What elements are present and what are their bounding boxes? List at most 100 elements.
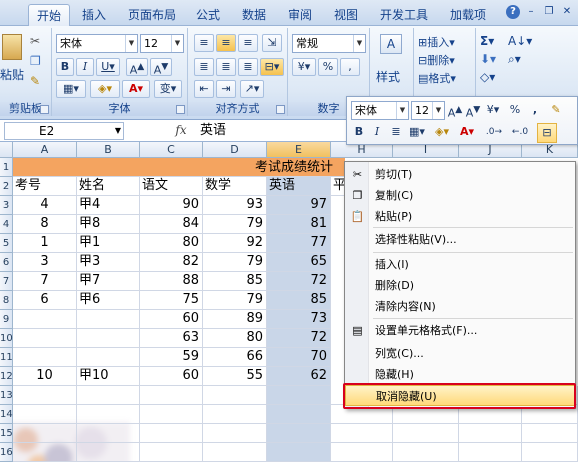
column-header-d[interactable]: D (203, 142, 267, 158)
empty-cell[interactable] (393, 443, 459, 462)
table-cell[interactable]: 62 (267, 367, 331, 386)
column-header-e[interactable]: E (267, 142, 331, 158)
table-cell[interactable]: 85 (267, 291, 331, 310)
format-painter-icon[interactable]: ✎ (30, 74, 40, 88)
table-cell[interactable]: 8 (13, 215, 77, 234)
table-cell[interactable]: 甲3 (77, 253, 140, 272)
row-header[interactable]: 6 (0, 253, 13, 272)
table-cell[interactable]: 79 (203, 291, 267, 310)
empty-cell[interactable] (267, 424, 331, 443)
mini-fill-color-button[interactable]: ◈▾ (431, 123, 453, 141)
close-icon[interactable]: ✕ (560, 5, 574, 19)
table-cell[interactable] (13, 348, 77, 367)
table-cell[interactable]: 60 (140, 310, 203, 329)
row-header[interactable]: 7 (0, 272, 13, 291)
table-cell[interactable]: 79 (203, 215, 267, 234)
row-header[interactable]: 2 (0, 177, 13, 196)
row-header[interactable]: 16 (0, 443, 13, 462)
column-header-b[interactable]: B (77, 142, 140, 158)
font-launcher-icon[interactable] (176, 105, 185, 114)
mini-shrink-font-button[interactable]: A▼ (465, 101, 481, 123)
table-cell[interactable] (77, 310, 140, 329)
find-icon[interactable]: ⌕▾ (508, 52, 521, 67)
empty-cell[interactable] (13, 386, 77, 405)
chevron-down-icon[interactable]: ▼ (353, 35, 365, 52)
mini-border-button[interactable]: ▦▾ (407, 123, 427, 141)
table-cell[interactable]: 90 (140, 196, 203, 215)
empty-cell[interactable] (203, 424, 267, 443)
table-cell[interactable]: 89 (203, 310, 267, 329)
table-cell[interactable]: 77 (267, 234, 331, 253)
table-cell[interactable]: 60 (140, 367, 203, 386)
empty-cell[interactable] (77, 443, 140, 462)
chevron-down-icon[interactable]: ▼ (432, 102, 444, 119)
table-cell[interactable]: 80 (203, 329, 267, 348)
minimize-icon[interactable]: – (524, 5, 538, 19)
align-right-button[interactable]: ≣ (238, 58, 258, 76)
table-cell[interactable]: 85 (203, 272, 267, 291)
menu-item[interactable]: 隐藏(H) (345, 364, 575, 385)
column-header-a[interactable]: A (13, 142, 77, 158)
tab-data[interactable]: 数据 (236, 4, 272, 26)
empty-cell[interactable] (77, 386, 140, 405)
increase-indent-button[interactable]: ⇥ (216, 80, 236, 98)
table-cell[interactable]: 75 (140, 291, 203, 310)
table-cell[interactable] (77, 329, 140, 348)
empty-cell[interactable] (267, 443, 331, 462)
table-cell[interactable]: 72 (267, 272, 331, 291)
font-color-button[interactable]: A▾ (122, 80, 150, 98)
table-cell[interactable]: 3 (13, 253, 77, 272)
menu-item[interactable]: 删除(D) (345, 275, 575, 296)
tab-addins[interactable]: 加载项 (444, 4, 492, 26)
empty-cell[interactable] (140, 424, 203, 443)
format-cells-button[interactable]: ▤格式▾ (418, 70, 456, 86)
mini-comma-button[interactable]: , (527, 101, 543, 119)
font-size-combo[interactable]: 12 ▼ (140, 34, 184, 53)
table-cell[interactable]: 92 (203, 234, 267, 253)
header-cell[interactable]: 数学 (203, 177, 267, 196)
row-header[interactable]: 14 (0, 405, 13, 424)
empty-cell[interactable] (522, 424, 578, 443)
paste-button[interactable]: 粘贴 (0, 66, 24, 83)
tab-view[interactable]: 视图 (328, 4, 364, 26)
empty-cell[interactable] (203, 443, 267, 462)
empty-cell[interactable] (393, 424, 459, 443)
row-header[interactable]: 3 (0, 196, 13, 215)
menu-item[interactable]: 插入(I) (345, 254, 575, 275)
table-cell[interactable]: 79 (203, 253, 267, 272)
clear-icon[interactable]: ◇▾ (480, 70, 495, 84)
insert-cells-button[interactable]: ⊞插入▾ (418, 34, 455, 50)
name-box[interactable]: E2 ▼ (4, 122, 124, 140)
sort-filter-icon[interactable]: A↓▾ (508, 34, 532, 48)
bold-button[interactable]: B (56, 58, 74, 76)
currency-button[interactable]: ¥▾ (292, 58, 316, 76)
mini-italic-button[interactable]: I (369, 123, 385, 141)
copy-icon[interactable]: ❐ (30, 54, 41, 68)
phonetic-button[interactable]: 变▾ (154, 80, 182, 98)
table-cell[interactable]: 甲4 (77, 196, 140, 215)
styles-button[interactable]: 样式 (376, 68, 400, 85)
align-left-button[interactable]: ≣ (194, 58, 214, 76)
empty-cell[interactable] (522, 443, 578, 462)
empty-cell[interactable] (13, 405, 77, 424)
border-button[interactable]: ▦▾ (56, 80, 86, 98)
fill-icon[interactable]: ⬇▾ (480, 52, 496, 66)
menu-item[interactable]: 📋 粘贴(P) (345, 206, 575, 227)
table-cell[interactable]: 70 (267, 348, 331, 367)
empty-cell[interactable] (140, 443, 203, 462)
align-center-button[interactable]: ≣ (216, 58, 236, 76)
empty-cell[interactable] (203, 405, 267, 424)
select-all-corner[interactable] (0, 142, 13, 158)
scissors-icon[interactable]: ✂ (30, 34, 40, 48)
mini-grow-font-button[interactable]: A▲ (447, 101, 463, 123)
row-header[interactable]: 11 (0, 348, 13, 367)
table-cell[interactable]: 97 (267, 196, 331, 215)
orientation-button[interactable]: ↗▾ (240, 80, 264, 98)
percent-button[interactable]: % (318, 58, 338, 76)
table-cell[interactable]: 10 (13, 367, 77, 386)
table-cell[interactable]: 84 (140, 215, 203, 234)
empty-cell[interactable] (267, 405, 331, 424)
empty-cell[interactable] (140, 386, 203, 405)
chevron-down-icon[interactable]: ▼ (396, 102, 408, 119)
table-cell[interactable]: 65 (267, 253, 331, 272)
